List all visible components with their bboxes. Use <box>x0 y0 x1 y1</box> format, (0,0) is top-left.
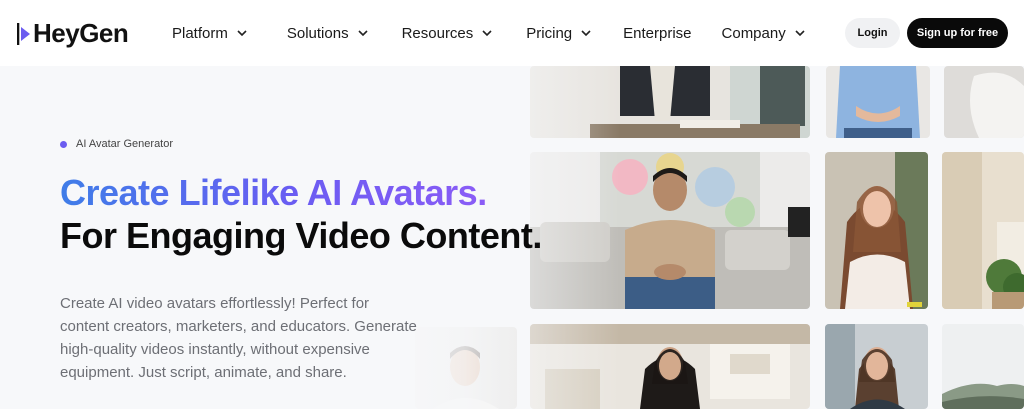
badge-label: AI Avatar Generator <box>76 138 174 150</box>
menu-item-label: Pricing <box>526 24 573 42</box>
avatar-thumbnail-man-portrait <box>415 327 517 409</box>
hero-headline: For Engaging Video Content. <box>60 215 542 256</box>
hero-headline-gradient: Create Lifelike AI Avatars. <box>60 172 487 213</box>
chevron-down-icon <box>358 30 368 37</box>
menu-item-enterprise[interactable]: Enterprise <box>623 25 691 42</box>
avatar-thumbnail-woman-kitchen <box>530 324 810 409</box>
badge-dot-icon <box>60 140 67 148</box>
menu-item-label: Company <box>721 24 786 42</box>
menu-item-label: Platform <box>172 24 228 42</box>
avatar-thumbnail-landscape <box>942 324 1024 409</box>
menu-item-label: Solutions <box>286 24 349 42</box>
menu-item-label: Resources <box>401 24 474 42</box>
avatar-thumbnail-woman-indoor <box>825 324 928 409</box>
top-navigation: HeyGen Platform Solutions Resources Pric… <box>0 0 1024 66</box>
menu-item-company[interactable]: Company <box>722 25 806 42</box>
avatar-tile-man-sofa <box>530 152 810 309</box>
chevron-down-icon <box>237 30 247 37</box>
hero-description: Create AI video avatars effortlessly! Pe… <box>60 295 417 381</box>
logo-text: HeyGen <box>33 18 129 48</box>
avatar-thumbnail-room-plant <box>942 152 1024 309</box>
avatar-thumbnail-white-chair <box>944 66 1024 138</box>
avatar-thumbnail-woman-long-hair <box>825 152 928 309</box>
menu-item-pricing[interactable]: Pricing <box>526 25 592 42</box>
menu-item-platform[interactable]: Platform <box>172 25 248 42</box>
menu-item-resources[interactable]: Resources <box>402 25 494 42</box>
heygen-logo[interactable]: HeyGen <box>17 18 129 49</box>
hero-badge: AI Avatar Generator <box>60 138 173 150</box>
avatar-tile-white-chair <box>944 66 1024 138</box>
main-menu: Platform Solutions Resources Pricing Ent… <box>172 0 806 66</box>
avatar-tile-landscape <box>942 324 1024 409</box>
menu-item-solutions[interactable]: Solutions <box>287 25 369 42</box>
avatar-thumbnail-man-sofa <box>530 152 810 309</box>
avatar-thumbnail-desk <box>530 66 810 138</box>
chevron-down-icon <box>795 30 805 37</box>
avatar-tile-blue-shirt <box>826 66 930 138</box>
avatar-tile-desk <box>530 66 810 138</box>
login-button[interactable]: Login <box>845 18 900 48</box>
menu-item-label: Enterprise <box>623 24 692 42</box>
avatar-tile-woman-kitchen <box>530 324 810 409</box>
avatar-thumbnail-blue-shirt <box>826 66 930 138</box>
play-triangle-icon <box>17 22 30 45</box>
avatar-tile-woman-indoor <box>825 324 928 409</box>
avatar-tile-woman-long-hair <box>825 152 928 309</box>
chevron-down-icon <box>581 30 591 37</box>
chevron-down-icon <box>482 30 492 37</box>
signup-button[interactable]: Sign up for free <box>907 18 1008 48</box>
avatar-tile-room-plant <box>942 152 1024 309</box>
avatar-tile-man-portrait <box>415 327 517 409</box>
